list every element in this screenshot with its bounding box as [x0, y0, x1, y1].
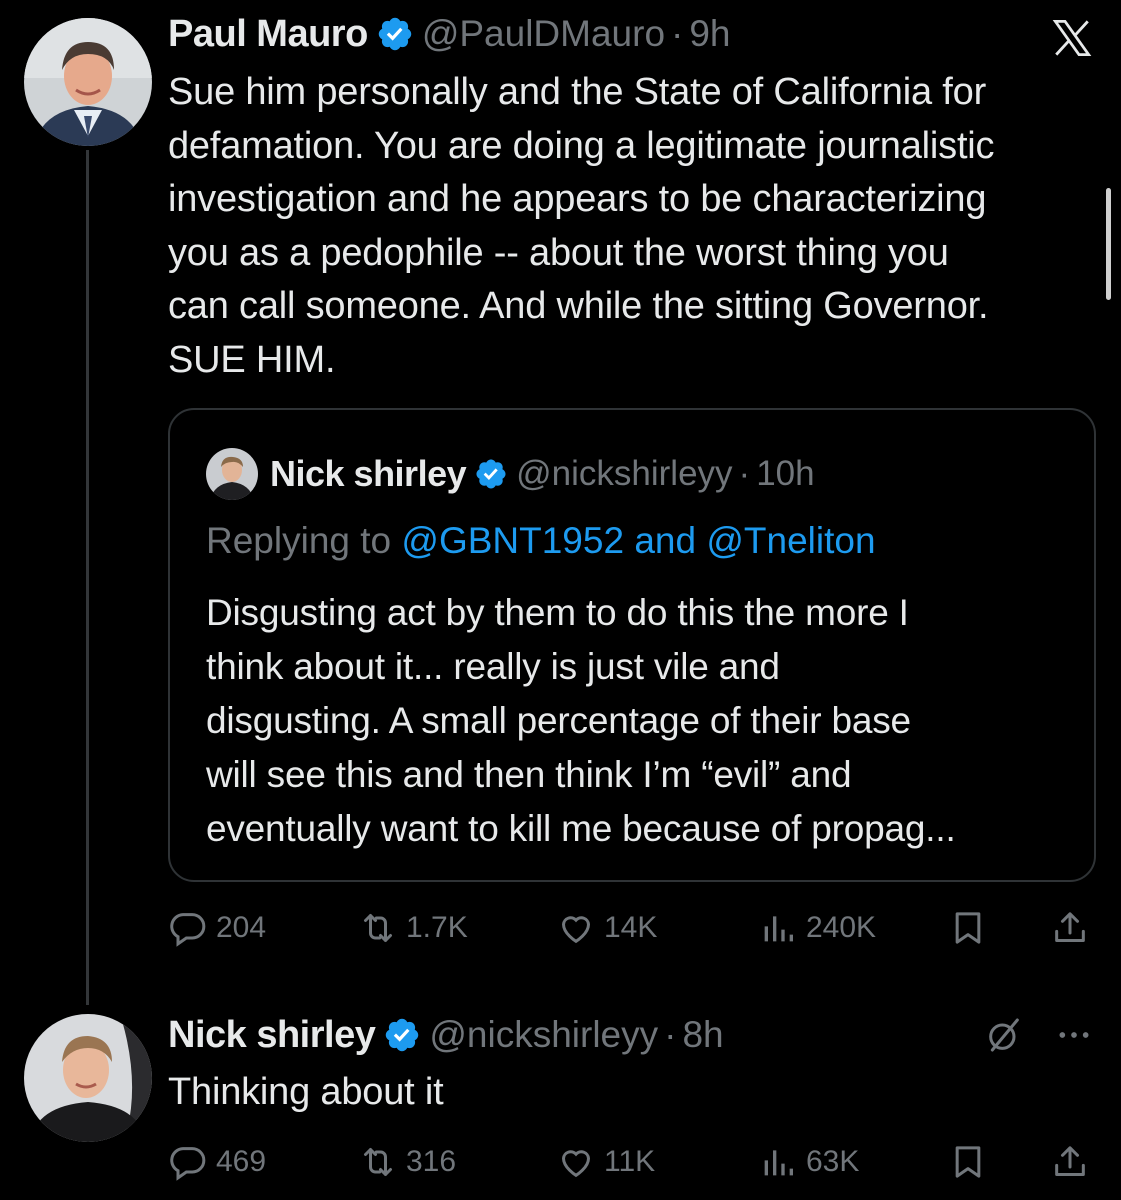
avatar-paul-mauro[interactable] [24, 18, 152, 146]
views-icon [764, 916, 793, 942]
reply-tweet-header: Nick shirley @nickshirleyy · 8h [168, 1010, 724, 1060]
separator-dot: · [664, 1014, 677, 1055]
grok-icon [989, 1018, 1019, 1052]
verified-badge-icon [383, 1016, 421, 1054]
author-handle[interactable]: @PaulDMauro [422, 13, 665, 55]
views-icon [764, 1150, 793, 1176]
repost-button[interactable]: 1.7K [358, 903, 468, 953]
mention-joiner: and [624, 520, 707, 561]
quote-text-line: think about it... really is just vile an… [206, 646, 780, 687]
tweet-text-line: Sue him personally and the State of Cali… [168, 71, 987, 113]
like-button[interactable]: 11K [556, 1137, 655, 1187]
repost-icon [364, 914, 392, 942]
replying-prefix: Replying to [206, 520, 402, 561]
reply-icon [170, 913, 206, 947]
share-button[interactable] [1050, 903, 1090, 953]
verified-badge-icon [474, 457, 508, 491]
main-tweet-actions: 204 1.7K 14K 240K [168, 903, 1098, 953]
thread-view: Paul Mauro @PaulDMauro · 9h Sue him pers… [0, 0, 1121, 1200]
bookmark-button[interactable] [948, 903, 988, 953]
author-handle[interactable]: @nickshirleyy [429, 1014, 658, 1056]
mention-link[interactable]: @GBNT1952 [401, 520, 624, 561]
reply-count: 204 [216, 911, 267, 944]
avatar-nick-shirley[interactable] [24, 1014, 152, 1142]
separator-dot: · [671, 13, 684, 54]
quote-text-line: eventually want to kill me because of pr… [206, 808, 956, 849]
views-button[interactable]: 240K [758, 903, 876, 953]
thread-connector-line [86, 150, 89, 1005]
timestamp[interactable]: 8h [682, 1014, 723, 1056]
scrollbar[interactable] [1106, 188, 1111, 300]
like-button[interactable]: 14K [556, 903, 657, 953]
replying-to-line: Replying to @GBNT1952 and @Tneliton [206, 520, 876, 562]
avatar-nick-shirley-small[interactable] [206, 448, 258, 500]
quote-text-line: disgusting. A small percentage of their … [206, 700, 911, 741]
main-tweet-text: Sue him personally and the State of Cali… [168, 66, 995, 387]
author-name[interactable]: Paul Mauro [168, 13, 368, 56]
quoted-author-handle[interactable]: @nickshirleyy [516, 454, 732, 494]
quoted-tweet-card[interactable]: Nick shirley @nickshirleyy · 10h Replyin… [168, 408, 1096, 882]
views-count: 63K [806, 1145, 860, 1178]
tweet-text-line: SUE HIM. [168, 338, 336, 381]
verified-badge-icon [376, 15, 414, 53]
author-name[interactable]: Nick shirley [168, 1014, 376, 1057]
timestamp[interactable]: 9h [689, 13, 730, 55]
repost-count: 1.7K [406, 911, 468, 944]
bookmark-icon [955, 1146, 981, 1178]
reply-count: 469 [216, 1145, 267, 1178]
repost-icon [364, 1148, 392, 1176]
share-icon [1055, 1146, 1085, 1176]
separator-dot: · [738, 454, 751, 493]
reply-button[interactable]: 469 [168, 1137, 266, 1187]
quote-text-line: will see this and then think I’m “evil” … [206, 754, 852, 795]
reply-icon [170, 1147, 206, 1181]
repost-button[interactable]: 316 [358, 1137, 456, 1187]
like-icon [561, 1150, 591, 1178]
more-icon [1059, 1032, 1089, 1038]
quoted-tweet-text: Disgusting act by them to do this the mo… [206, 586, 1076, 856]
share-icon [1055, 912, 1085, 942]
quote-text-line: Disgusting act by them to do this the mo… [206, 592, 909, 633]
reply-tweet-actions: 469 316 11K 63K [168, 1137, 1098, 1187]
mention-link[interactable]: @Tneliton [706, 520, 875, 561]
quoted-tweet-header: Nick shirley @nickshirleyy · 10h [206, 448, 815, 500]
x-logo-icon [1049, 17, 1095, 59]
quoted-timestamp[interactable]: 10h [756, 454, 814, 494]
reply-button[interactable]: 204 [168, 903, 266, 953]
repost-count: 316 [406, 1145, 457, 1178]
views-count: 240K [806, 911, 877, 944]
tweet-text-line: investigation and he appears to be chara… [168, 178, 987, 220]
tweet-text-line: defamation. You are doing a legitimate j… [168, 124, 995, 167]
like-count: 11K [604, 1145, 656, 1178]
main-tweet-header: Paul Mauro @PaulDMauro · 9h [168, 9, 731, 59]
views-button[interactable]: 63K [758, 1137, 859, 1187]
like-icon [561, 916, 591, 944]
share-button[interactable] [1050, 1137, 1090, 1187]
tweet-text-line: can call someone. And while the sitting … [168, 285, 989, 327]
bookmark-icon [955, 912, 981, 944]
more-options-button[interactable] [1054, 1015, 1094, 1055]
like-count: 14K [604, 911, 658, 944]
grok-button[interactable] [984, 1015, 1024, 1055]
bookmark-button[interactable] [948, 1137, 988, 1187]
quoted-author-name[interactable]: Nick shirley [270, 453, 467, 495]
reply-tweet-text: Thinking about it [168, 1071, 444, 1113]
tweet-text-line: you as a pedophile -- about the worst th… [168, 231, 949, 274]
